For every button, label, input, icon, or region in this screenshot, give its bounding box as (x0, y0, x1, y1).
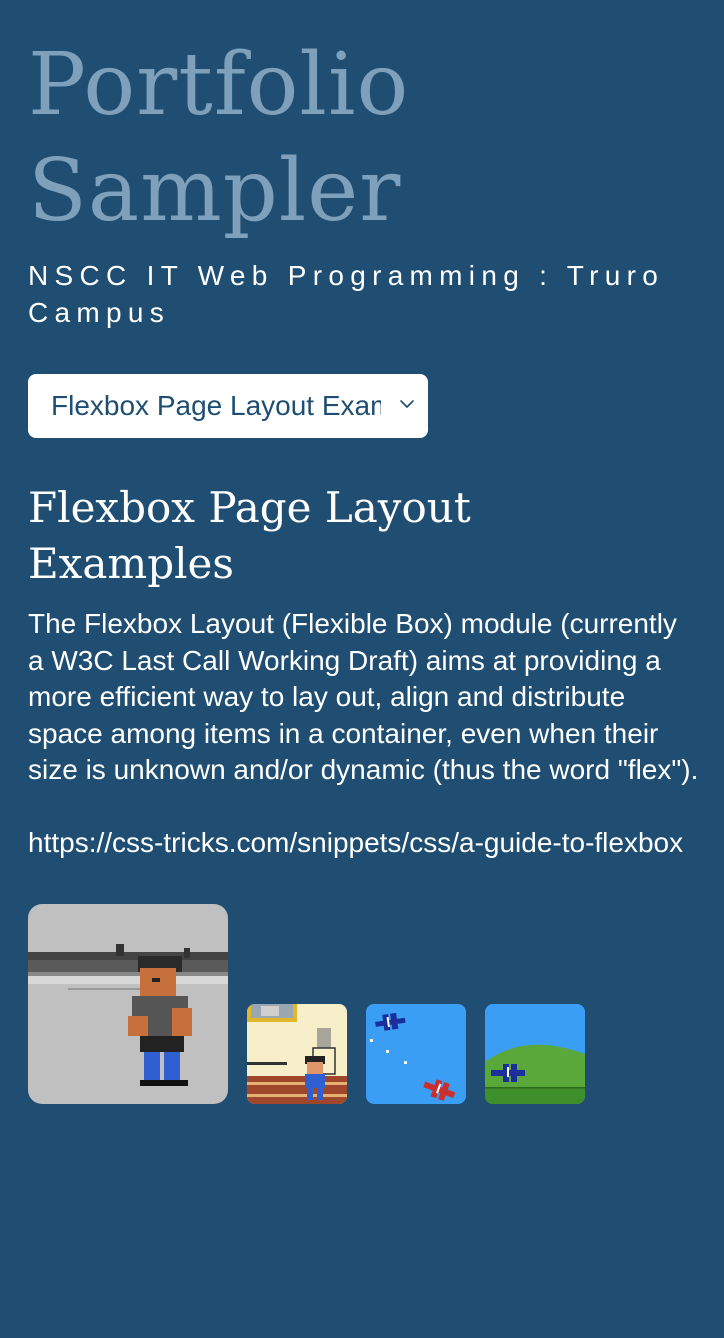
biplane-hills-thumbnail[interactable] (485, 1004, 585, 1104)
site-title: Portfolio Sampler (28, 35, 410, 241)
site-subtitle: NSCC IT Web Programming : Truro Campus (28, 260, 665, 328)
pixel-room-thumbnail[interactable] (247, 1004, 347, 1104)
thumbnail-gallery (28, 904, 708, 1104)
page-select-dropdown[interactable]: Flexbox Page Layout Examples (28, 374, 428, 438)
section-description: The Flexbox Layout (Flexible Box) module… (28, 608, 699, 785)
reference-link[interactable]: https://css-tricks.com/snippets/css/a-gu… (28, 825, 688, 862)
page-container: Portfolio Sampler NSCC IT Web Programmin… (28, 32, 708, 1104)
section-heading: Flexbox Page Layout Examples (28, 483, 471, 588)
chevron-down-icon (399, 396, 415, 412)
biplanes-sky-thumbnail[interactable] (366, 1004, 466, 1104)
pixel-brawler-thumbnail[interactable] (28, 904, 228, 1104)
page-select-value: Flexbox Page Layout Examples (51, 390, 381, 421)
